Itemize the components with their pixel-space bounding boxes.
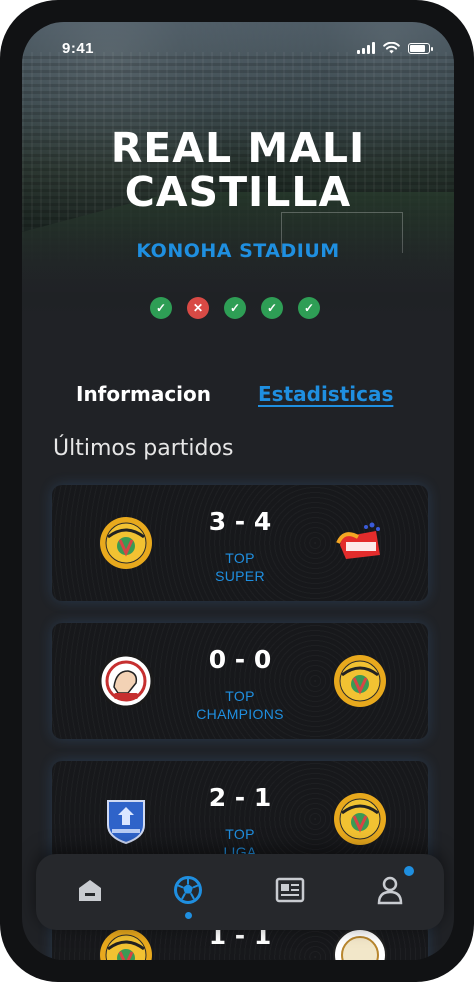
status-time: 9:41 <box>62 40 95 57</box>
profile-icon <box>377 876 403 905</box>
cellular-signal-icon <box>357 42 375 54</box>
wifi-icon <box>383 42 400 54</box>
tab-informacion[interactable]: Informacion <box>76 382 211 406</box>
nav-matches[interactable] <box>170 872 206 908</box>
phone-frame: 9:41 REAL MALI CASTILLA KONOHA STADIUM ✓… <box>0 0 474 982</box>
loss-x-icon: ✕ <box>187 297 209 319</box>
real-mali-fc-crest <box>334 793 386 845</box>
active-indicator <box>185 912 192 919</box>
app-screen: 9:41 REAL MALI CASTILLA KONOHA STADIUM ✓… <box>22 22 454 960</box>
news-icon <box>275 877 305 903</box>
home-icon <box>79 880 101 901</box>
team-name: REAL MALI CASTILLA <box>110 124 366 216</box>
nav-home[interactable] <box>72 872 108 908</box>
status-bar: 9:41 <box>22 22 454 72</box>
vimacamo-crest <box>333 928 387 960</box>
stadium-name: KONOHA STADIUM <box>136 240 340 262</box>
win-check-icon: ✓ <box>261 297 283 319</box>
bottom-nav <box>36 854 444 930</box>
recent-form: ✓ ✕ ✓ ✓ ✓ <box>150 297 320 319</box>
win-check-icon: ✓ <box>298 297 320 319</box>
match-card[interactable]: 3 - 4 TOP SUPER <box>52 485 428 601</box>
nav-profile[interactable] <box>372 872 408 908</box>
section-title: Últimos partidos <box>53 436 234 461</box>
match-card[interactable]: 0 - 0 TOP CHAMPIONS <box>52 623 428 739</box>
tab-estadisticas[interactable]: Estadisticas <box>258 382 393 406</box>
real-mali-fc-crest <box>334 655 386 707</box>
estudiants-crest <box>336 522 380 559</box>
soccer-ball-icon <box>174 876 202 904</box>
nav-news[interactable] <box>272 872 308 908</box>
win-check-icon: ✓ <box>150 297 172 319</box>
win-check-icon: ✓ <box>224 297 246 319</box>
notification-badge <box>404 866 414 876</box>
battery-icon <box>408 43 433 54</box>
